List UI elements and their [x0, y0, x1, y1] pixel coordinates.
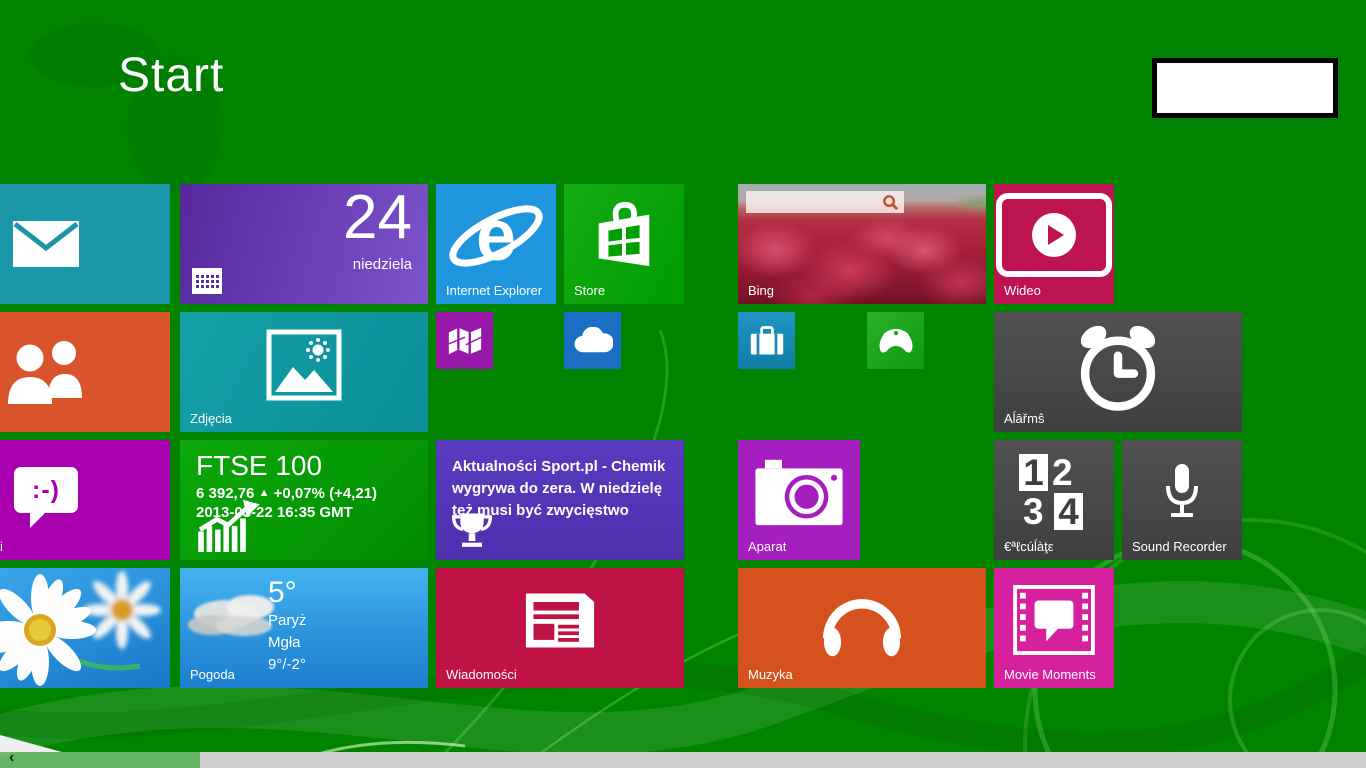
- messaging-label-fragment: i: [0, 539, 3, 554]
- store-label: Store: [574, 283, 605, 298]
- video-label: Wideo: [1004, 283, 1041, 298]
- movie-moments-label: Movie Moments: [1004, 667, 1096, 682]
- search-icon: [882, 194, 899, 211]
- tile-video[interactable]: Wideo: [994, 184, 1114, 304]
- map-icon: [446, 324, 484, 358]
- smiley-emoticon: :-): [32, 476, 60, 505]
- tile-sound-recorder[interactable]: Sound Recorder: [1122, 440, 1242, 560]
- film-strip-icon: [1013, 585, 1095, 655]
- weather-temperature: 5°: [268, 576, 306, 610]
- envelope-icon: [13, 221, 79, 267]
- headphones-icon: [814, 583, 910, 661]
- tile-skydrive[interactable]: [564, 312, 621, 369]
- internet-explorer-icon: e: [441, 190, 551, 282]
- tile-sport-news[interactable]: Aktualności Sport.pl - Chemik wygrywa do…: [436, 440, 684, 560]
- message-bubble-icon: :-): [14, 467, 78, 513]
- tile-camera[interactable]: Aparat: [738, 440, 860, 560]
- weather-city: Paryż: [268, 610, 306, 632]
- tile-travel[interactable]: [738, 312, 795, 369]
- cloud-icon: [573, 327, 613, 354]
- finance-change: +0,07% (+4,21): [274, 485, 377, 502]
- tile-movie-moments[interactable]: Movie Moments: [994, 568, 1114, 688]
- tile-desktop-daisy-photo[interactable]: [0, 568, 170, 688]
- tile-finance[interactable]: FTSE 100 6 392,76 ▲ +0,07% (+4,21) 2013-…: [180, 440, 428, 560]
- tile-calendar[interactable]: 24 niedziela: [180, 184, 428, 304]
- camera-label: Aparat: [748, 539, 786, 554]
- store-bag-icon: [587, 198, 661, 274]
- tile-store[interactable]: Store: [564, 184, 684, 304]
- start-screen: Start :-) i: [0, 0, 1366, 768]
- alarm-clock-icon: [1071, 321, 1165, 415]
- finance-index-name: FTSE 100: [196, 450, 420, 482]
- tile-mail[interactable]: [0, 184, 170, 304]
- user-account-redacted[interactable]: [1152, 58, 1338, 118]
- people-icon: [0, 340, 92, 404]
- tile-xbox-games[interactable]: [867, 312, 924, 369]
- tile-calculator[interactable]: 1 2 3 4 €ªℓcúĺàţε: [994, 440, 1114, 560]
- weather-condition: Mgła: [268, 632, 306, 654]
- tile-music[interactable]: Muzyka: [738, 568, 986, 688]
- trophy-icon: [452, 510, 492, 552]
- tile-alarms[interactable]: Aĺāřmŝ: [994, 312, 1242, 432]
- tile-weather[interactable]: 5° Paryż Mgła 9°/-2° Pogoda: [180, 568, 428, 688]
- tile-messaging[interactable]: :-) i: [0, 440, 170, 560]
- horizontal-scrollbar[interactable]: ‹: [0, 752, 1366, 768]
- calculator-digits-icon: 1 2 3 4: [1019, 454, 1089, 530]
- stock-chart-icon: [196, 496, 262, 552]
- news-label: Wiadomości: [446, 667, 517, 682]
- calendar-icon: [192, 268, 222, 294]
- tile-bing[interactable]: Bing: [738, 184, 986, 304]
- tile-news[interactable]: Wiadomości: [436, 568, 684, 688]
- music-label: Muzyka: [748, 667, 793, 682]
- photos-label: Zdjęcia: [190, 411, 232, 426]
- bing-label: Bing: [748, 283, 774, 298]
- game-controller-icon: [874, 326, 918, 356]
- daisy-photo: [0, 568, 170, 688]
- calendar-day: 24: [343, 184, 412, 253]
- camera-icon: [753, 456, 845, 528]
- tile-maps[interactable]: [436, 312, 493, 369]
- scroll-left-arrow[interactable]: ‹: [9, 749, 14, 767]
- tile-people[interactable]: [0, 312, 170, 432]
- microphone-icon: [1160, 462, 1204, 524]
- calculator-label: €ªℓcúĺàţε: [1004, 539, 1054, 554]
- weather-label: Pogoda: [190, 667, 235, 682]
- calendar-weekday: niedziela: [353, 256, 412, 273]
- sound-recorder-label: Sound Recorder: [1132, 539, 1227, 554]
- tile-photos[interactable]: Zdjęcia: [180, 312, 428, 432]
- alarms-label: Aĺāřmŝ: [1004, 411, 1044, 426]
- weather-high-low: 9°/-2°: [268, 654, 306, 676]
- scrollbar-thumb[interactable]: [200, 752, 1366, 768]
- internet-explorer-label: Internet Explorer: [446, 283, 542, 298]
- video-player-icon: [996, 193, 1112, 295]
- photo-frame-icon: [266, 329, 342, 401]
- newspaper-icon: [524, 590, 596, 650]
- page-title: Start: [118, 48, 224, 103]
- svg-text:e: e: [476, 196, 516, 276]
- suitcase-icon: [749, 325, 785, 357]
- bing-search-box[interactable]: [746, 191, 904, 213]
- tile-internet-explorer[interactable]: e Internet Explorer: [436, 184, 556, 304]
